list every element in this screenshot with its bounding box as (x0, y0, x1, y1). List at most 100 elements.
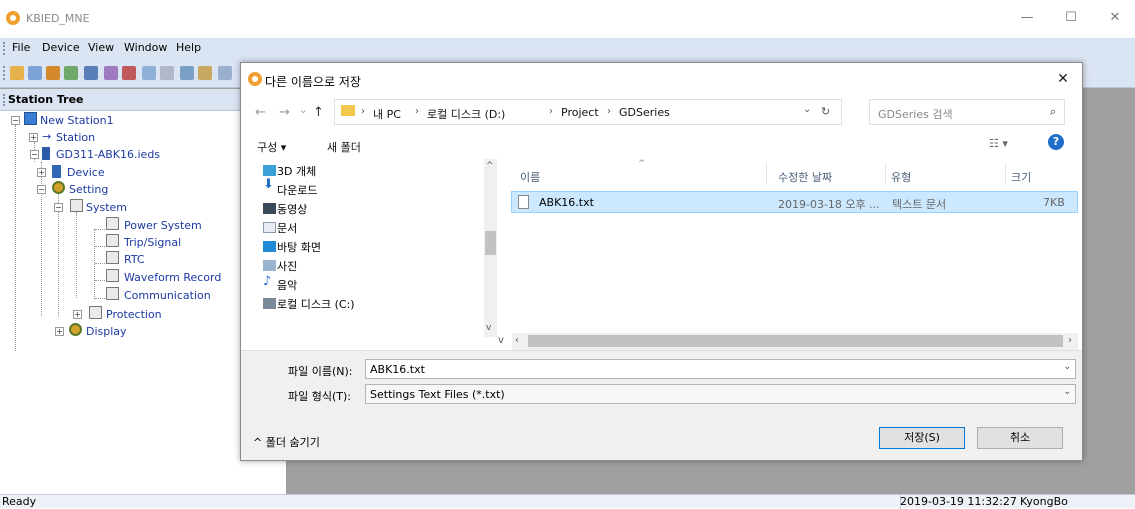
gear-icon (69, 323, 82, 336)
expand-protection[interactable]: + (73, 310, 82, 319)
save-all-icon[interactable] (46, 66, 60, 80)
menu-device[interactable]: Device (42, 41, 80, 54)
pencil-icon (89, 306, 102, 319)
expand-display[interactable]: + (55, 327, 64, 336)
column-header-type[interactable]: 유형 (891, 169, 911, 185)
expand-system[interactable]: − (54, 203, 63, 212)
status-text: Ready (2, 495, 37, 508)
recent-locations-icon[interactable]: ⌄ (299, 105, 307, 116)
connect-icon[interactable] (104, 66, 118, 80)
disconnect-icon[interactable] (122, 66, 136, 80)
expand-station[interactable]: + (29, 133, 38, 142)
horizontal-scrollbar[interactable]: ‹ › (512, 333, 1078, 350)
station-folder-icon (24, 112, 37, 125)
arrow-right-icon: → (42, 130, 52, 143)
search-box[interactable]: GDSeries 검색 ⌕ (869, 99, 1065, 125)
nav-documents[interactable]: 문서 (277, 220, 297, 236)
file-type: 텍스트 문서 (892, 198, 947, 211)
config-icon[interactable] (142, 66, 156, 80)
tree-node-setting[interactable]: Setting (69, 183, 108, 196)
status-datetime: 2019-03-19 11:32:27 (900, 495, 1017, 508)
forward-icon[interactable]: → (279, 105, 290, 120)
device-icon[interactable] (160, 66, 174, 80)
tree-node-power-system[interactable]: Power System (124, 219, 202, 232)
column-header-size[interactable]: 크기 (1011, 169, 1031, 185)
sort-up-icon: ^ (638, 159, 646, 169)
save-button[interactable]: 저장(S) (879, 427, 965, 449)
up-arrow-icon[interactable]: ↑ (313, 105, 324, 120)
address-bar[interactable]: › 내 PC › 로컬 디스크 (D:) › Project › GDSerie… (334, 99, 842, 125)
tree-node-rtc[interactable]: RTC (124, 253, 145, 266)
tree-view-icon[interactable] (84, 66, 98, 80)
tree-node-device[interactable]: Device (67, 166, 105, 179)
chevron-down-icon[interactable]: ⌄ (1063, 362, 1071, 372)
tree-node-protection[interactable]: Protection (106, 308, 162, 321)
new-folder-button[interactable]: 새 폴더 (327, 139, 361, 155)
export-icon[interactable] (180, 66, 194, 80)
tree-node-trip-signal[interactable]: Trip/Signal (124, 236, 181, 249)
help-icon[interactable]: ? (1048, 134, 1064, 150)
desktop-icon (263, 241, 276, 252)
app-title: KBIED_MNE (26, 12, 90, 25)
expand-device[interactable]: + (37, 168, 46, 177)
tree-node-display[interactable]: Display (86, 325, 127, 338)
nav-pictures[interactable]: 사진 (277, 258, 297, 274)
tree-node-ied[interactable]: GD311-ABK16.ieds (56, 148, 160, 161)
videos-icon (263, 203, 276, 214)
file-row[interactable]: ABK16.txt 2019-03-18 오후 ... 텍스트 문서 7KB (511, 191, 1078, 213)
nav-desktop[interactable]: 바탕 화면 (277, 239, 321, 255)
breadcrumb-this-pc[interactable]: 내 PC (373, 106, 401, 122)
nav-downloads[interactable]: 다운로드 (277, 182, 317, 198)
expand-root[interactable]: − (11, 116, 20, 125)
tree-node-station[interactable]: Station (56, 131, 95, 144)
chevron-down-icon[interactable]: ⌄ (803, 104, 811, 115)
save-options-area: 파일 이름(N): ABK16.txt ⌄ 파일 형식(T): Settings… (241, 350, 1082, 460)
window-icon[interactable] (218, 66, 232, 80)
menu-help[interactable]: Help (176, 41, 201, 54)
expand-setting[interactable]: − (37, 185, 46, 194)
filename-label: 파일 이름(N): (288, 365, 353, 378)
maximize-button[interactable]: ☐ (1056, 8, 1086, 28)
view-options-icon[interactable]: ☷ ▾ (989, 137, 1008, 150)
breadcrumb-project[interactable]: Project (561, 106, 599, 119)
pictures-icon (263, 260, 276, 271)
folder-icon (341, 105, 355, 116)
menu-window[interactable]: Window (124, 41, 167, 54)
breadcrumb-drive-d[interactable]: 로컬 디스크 (D:) (427, 106, 505, 122)
tree-node-system[interactable]: System (86, 201, 127, 214)
filetype-select[interactable]: Settings Text Files (*.txt) ⌄ (365, 384, 1076, 404)
tree-node-waveform[interactable]: Waveform Record (124, 271, 221, 284)
nav-3d-objects[interactable]: 3D 개체 (277, 163, 316, 179)
save-icon[interactable] (28, 66, 42, 80)
navigation-scrollbar[interactable]: ^ v (484, 159, 497, 337)
search-input[interactable]: GDSeries 검색 (878, 106, 953, 122)
refresh-icon[interactable]: ↻ (821, 105, 830, 118)
organize-button[interactable]: 구성 ▾ (257, 139, 286, 155)
app-window: KBIED_MNE — ☐ ✕ File Device View Window … (0, 0, 1135, 509)
cancel-button[interactable]: 취소 (977, 427, 1063, 449)
nav-local-disk-c[interactable]: 로컬 디스크 (C:) (277, 296, 355, 312)
import-icon[interactable] (198, 66, 212, 80)
minimize-button[interactable]: — (1012, 8, 1042, 28)
column-header-name[interactable]: 이름 (520, 169, 540, 185)
dialog-close-button[interactable]: ✕ (1052, 69, 1074, 89)
filename-input[interactable]: ABK16.txt ⌄ (365, 359, 1076, 379)
open-folder-icon[interactable] (10, 66, 24, 80)
scroll-down-icon[interactable]: v (498, 335, 504, 346)
hide-folders-toggle[interactable]: ^ 폴더 숨기기 (253, 434, 320, 450)
nav-music[interactable]: 음악 (277, 277, 297, 293)
network-icon[interactable] (64, 66, 78, 80)
status-bar: Ready 2019-03-19 11:32:27 KyongBo (0, 494, 1135, 509)
app-logo-icon (248, 72, 262, 86)
tree-node-communication[interactable]: Communication (124, 289, 211, 302)
back-icon[interactable]: ← (255, 105, 266, 120)
chevron-down-icon[interactable]: ⌄ (1063, 387, 1071, 397)
menu-view[interactable]: View (88, 41, 114, 54)
tree-node-root[interactable]: New Station1 (40, 114, 114, 127)
breadcrumb-gdseries[interactable]: GDSeries (619, 106, 670, 119)
close-button[interactable]: ✕ (1100, 8, 1130, 28)
column-header-modified[interactable]: 수정한 날짜 (778, 169, 832, 185)
expand-ied[interactable]: − (30, 150, 39, 159)
menu-file[interactable]: File (12, 41, 30, 54)
nav-videos[interactable]: 동영상 (277, 201, 307, 217)
